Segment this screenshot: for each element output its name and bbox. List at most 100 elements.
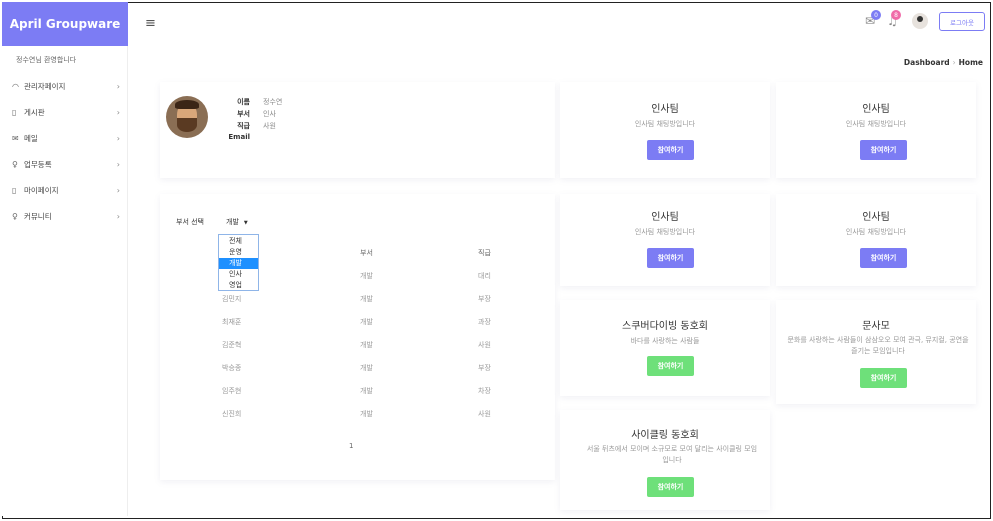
sidebar-item-admin[interactable]: ◠ 관리자페이지 › <box>12 77 120 95</box>
club-title: 사이클링 동호회 <box>631 430 699 441</box>
sidebar-item-label: 커뮤니티 <box>24 211 52 221</box>
sidebar-item-label: 업무등록 <box>24 159 52 169</box>
sidebar-item-board[interactable]: ▯ 게시판 › <box>12 103 120 121</box>
join-button[interactable]: 참여하기 <box>860 368 907 388</box>
dept-option[interactable]: 영업 <box>219 280 258 291</box>
club-card <box>776 82 976 178</box>
breadcrumb: Dashboard › Home <box>904 58 983 67</box>
row-rank: 부장 <box>478 364 491 372</box>
name-value: 정수연 <box>263 98 283 106</box>
lightbulb-icon: ♀ <box>12 159 18 169</box>
dept-select[interactable]: 개발 ▼ <box>226 217 248 227</box>
chevron-right-icon: › <box>116 185 120 195</box>
row-rank: 부장 <box>478 295 491 303</box>
dept-filter-label: 부서 선택 <box>176 218 204 226</box>
row-dept: 개발 <box>360 318 373 326</box>
club-description: 문화를 사랑하는 사람들이 삼삼오오 모여 관극, 뮤지컬, 공연을 즐기는 모… <box>787 336 969 355</box>
document-icon: ▯ <box>12 107 17 117</box>
join-button[interactable]: 참여하기 <box>647 140 694 160</box>
row-dept: 개발 <box>360 387 373 395</box>
club-description: 인사팀 채팅방입니다 <box>845 228 907 236</box>
club-description: 인사팀 채팅방입니다 <box>634 228 696 236</box>
envelope-icon: ✉ <box>12 133 19 143</box>
chevron-right-icon: › <box>116 159 120 169</box>
row-dept: 개발 <box>360 341 373 349</box>
breadcrumb-home: Home <box>958 58 983 67</box>
notification-badge: 8 <box>891 10 901 20</box>
brand-logo[interactable]: April Groupware <box>2 2 128 46</box>
club-description: 인사팀 채팅방입니다 <box>634 120 696 128</box>
join-button[interactable]: 참여하기 <box>647 477 694 497</box>
row-dept: 개발 <box>360 410 373 418</box>
row-rank: 사원 <box>478 410 491 418</box>
row-name: 김준혁 <box>222 341 242 349</box>
rank-value: 사원 <box>263 122 276 130</box>
lightbulb-icon: ♀ <box>12 211 18 221</box>
sidebar: 정수연님 환영합니다 ◠ 관리자페이지 › ▯ 게시판 › ✉ 메일 › ♀ 업… <box>2 46 128 516</box>
row-dept: 개발 <box>360 272 373 280</box>
club-title: 인사팀 <box>862 104 890 115</box>
speedometer-icon: ◠ <box>12 81 19 91</box>
sidebar-item-task[interactable]: ♀ 업무등록 › <box>12 155 120 173</box>
user-avatar[interactable] <box>912 13 928 29</box>
club-title: 인사팀 <box>651 104 679 115</box>
club-description: 인사팀 채팅방입니다 <box>845 120 907 128</box>
sidebar-item-label: 게시판 <box>24 107 45 117</box>
dept-option-selected[interactable]: 개발 <box>219 258 258 269</box>
club-card <box>560 82 770 178</box>
row-dept: 개발 <box>360 364 373 372</box>
row-rank: 과장 <box>478 318 491 326</box>
chevron-right-icon: › <box>116 133 120 143</box>
menu-toggle-icon[interactable]: ≡ <box>145 16 156 31</box>
row-rank: 차장 <box>478 387 491 395</box>
join-button[interactable]: 참여하기 <box>860 248 907 268</box>
row-name: 신진희 <box>222 410 242 418</box>
dept-dropdown-list: 전체 운영 개발 인사 영업 <box>218 234 259 291</box>
club-title: 문사모 <box>862 321 890 332</box>
row-dept: 개발 <box>360 295 373 303</box>
welcome-text: 정수연님 환영합니다 <box>16 56 77 64</box>
sidebar-item-label: 관리자페이지 <box>24 81 66 91</box>
row-name: 박승종 <box>222 364 242 372</box>
column-header-rank: 직급 <box>478 249 491 257</box>
join-button[interactable]: 참여하기 <box>860 140 907 160</box>
row-rank: 사원 <box>478 341 491 349</box>
club-card <box>560 300 770 396</box>
breadcrumb-separator: › <box>952 58 956 67</box>
mail-badge: 0 <box>871 10 881 20</box>
join-button[interactable]: 참여하기 <box>647 356 694 376</box>
dept-option[interactable]: 전체 <box>219 236 258 247</box>
row-name: 임주현 <box>222 387 242 395</box>
sidebar-item-community[interactable]: ♀ 커뮤니티 › <box>12 207 120 225</box>
club-description: 바다를 사랑하는 사람들 <box>630 337 700 345</box>
row-name: 최재훈 <box>222 318 242 326</box>
column-header-dept: 부서 <box>360 249 373 257</box>
page-icon: ▯ <box>12 185 17 195</box>
club-title: 인사팀 <box>862 212 890 223</box>
page-number[interactable]: 1 <box>349 442 353 450</box>
club-description: 서울 뒤츠에서 모이며 소규모로 모여 달리는 사이클링 모임입니다 <box>586 445 758 464</box>
row-rank: 대리 <box>478 272 491 280</box>
row-name: 김민지 <box>222 295 242 303</box>
sidebar-item-label: 마이페이지 <box>24 185 59 195</box>
profile-avatar <box>166 96 208 138</box>
email-label: Email <box>228 133 250 141</box>
rank-label: 직급 <box>237 122 250 130</box>
dept-option[interactable]: 인사 <box>219 269 258 280</box>
sidebar-item-mypage[interactable]: ▯ 마이페이지 › <box>12 181 120 199</box>
club-title: 스쿠버다이빙 동호회 <box>622 321 708 332</box>
dept-option[interactable]: 운영 <box>219 247 258 258</box>
breadcrumb-dashboard[interactable]: Dashboard <box>904 58 950 67</box>
dept-select-value: 개발 <box>226 218 239 226</box>
chevron-right-icon: › <box>116 81 120 91</box>
dept-label: 부서 <box>237 110 250 118</box>
join-button[interactable]: 참여하기 <box>647 248 694 268</box>
name-label: 이름 <box>237 98 250 106</box>
sidebar-item-label: 메일 <box>24 133 38 143</box>
chevron-right-icon: › <box>116 107 120 117</box>
chevron-right-icon: › <box>116 211 120 221</box>
dept-value: 인사 <box>263 110 276 118</box>
club-title: 인사팀 <box>651 212 679 223</box>
sidebar-item-mail[interactable]: ✉ 메일 › <box>12 129 120 147</box>
logout-button[interactable]: 로그아웃 <box>939 12 985 31</box>
